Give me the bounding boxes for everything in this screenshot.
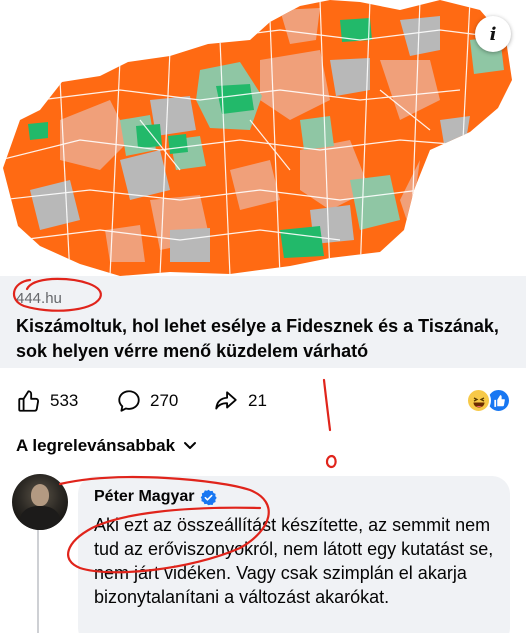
- avatar[interactable]: [12, 474, 68, 530]
- link-preview-card[interactable]: 444.hu Kiszámoltuk, hol lehet esélye a F…: [0, 276, 526, 368]
- thumbs-up-icon: [18, 390, 40, 412]
- like-count: 533: [50, 391, 79, 410]
- author-name[interactable]: Péter Magyar: [94, 488, 195, 506]
- small-o-annotation: [325, 454, 337, 469]
- link-domain: 444.hu: [16, 290, 62, 307]
- comment-count: 270: [150, 391, 179, 410]
- verified-badge-icon: [200, 489, 217, 505]
- hungary-district-map: [3, 0, 512, 276]
- comment-bubble-icon: [118, 390, 140, 412]
- comment-author[interactable]: Péter Magyar: [94, 488, 217, 506]
- like-button[interactable]: 533: [16, 388, 78, 414]
- chevron-down-icon: [184, 442, 197, 449]
- info-icon[interactable]: i: [475, 16, 511, 52]
- share-count: 21: [248, 391, 267, 410]
- share-button[interactable]: 21: [212, 388, 267, 414]
- comment-button[interactable]: 270: [116, 388, 178, 414]
- laughing-emoji-icon: [466, 388, 491, 413]
- thread-line: [37, 527, 39, 633]
- reactions-bar: 533 270 21: [0, 378, 526, 422]
- reaction-summary[interactable]: [466, 388, 514, 414]
- link-headline[interactable]: Kiszámoltuk, hol lehet esélye a Fideszne…: [16, 314, 521, 364]
- comment-sort-dropdown[interactable]: A legrelevánsabbak: [16, 436, 197, 456]
- comment-text: Aki ezt az összeállítást készítette, az …: [94, 515, 494, 607]
- share-arrow-icon: [215, 391, 237, 410]
- district-map-image[interactable]: i: [0, 0, 526, 276]
- sort-label: A legrelevánsabbak: [16, 436, 176, 455]
- comment-bubble: Péter Magyar Aki ezt az összeállítást ké…: [78, 476, 510, 633]
